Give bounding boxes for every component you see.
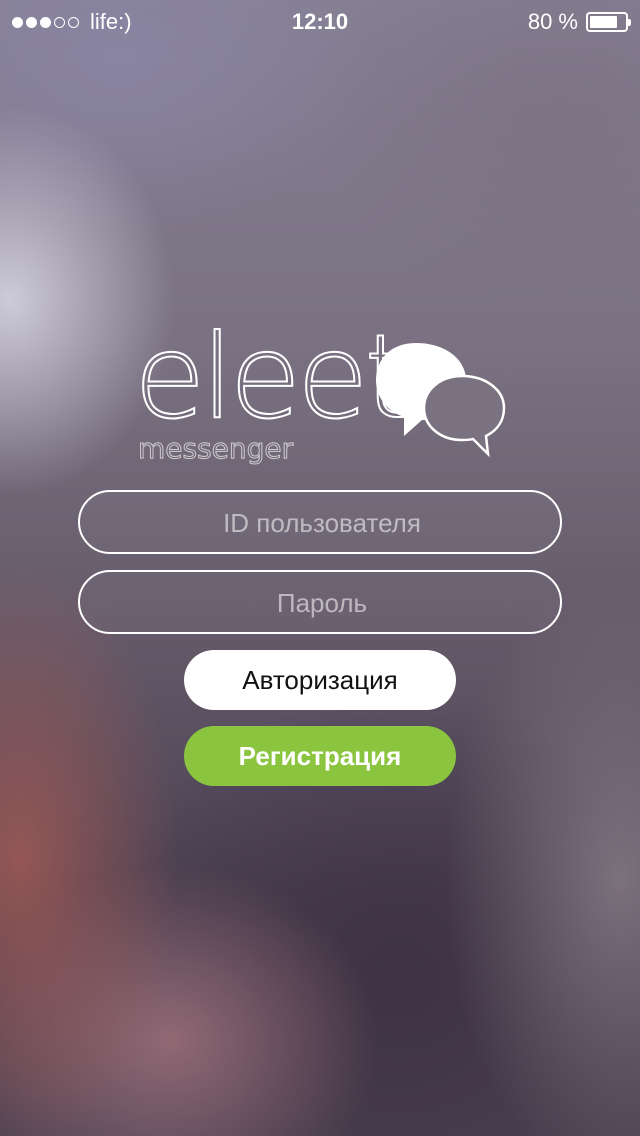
status-right: 80 % (527, 9, 631, 35)
battery-icon (586, 12, 631, 32)
password-field[interactable] (78, 570, 564, 634)
battery-percent: 80 % (527, 9, 578, 34)
battery-fill (590, 16, 618, 28)
chat-bubble-outline (422, 374, 506, 458)
logo-wordmark: eleet (133, 310, 411, 445)
app-logo: eleet messenger (130, 310, 510, 470)
user-id-field[interactable] (78, 490, 564, 554)
password-input[interactable] (80, 572, 564, 634)
status-bar: life:) 12:10 80 % (0, 0, 640, 40)
register-button[interactable]: Регистрация (184, 726, 456, 786)
user-id-input[interactable] (80, 492, 564, 554)
blurred-background (0, 0, 640, 1136)
login-button[interactable]: Авторизация (184, 650, 456, 710)
chat-bubbles-icon (376, 343, 506, 458)
logo-subtitle: messenger (137, 432, 294, 466)
